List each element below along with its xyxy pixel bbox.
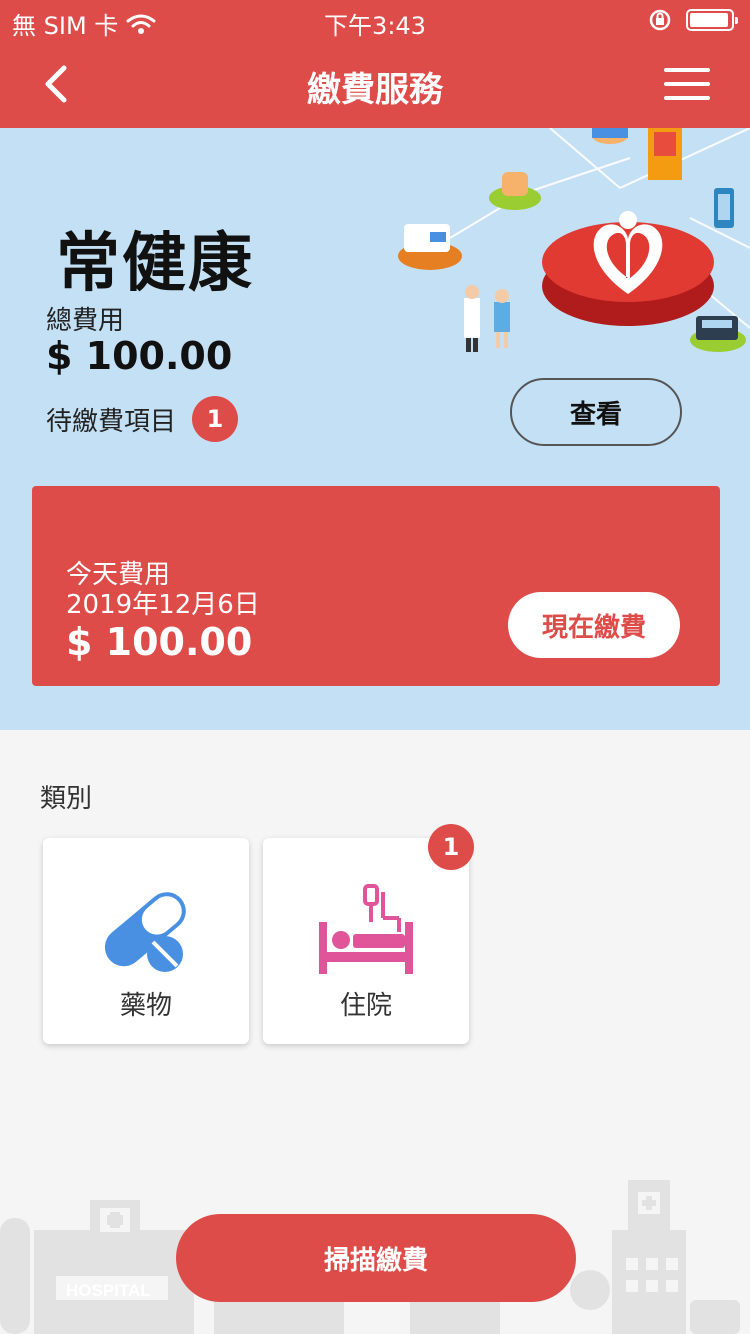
hospitalization-badge: 1 — [428, 824, 474, 870]
category-medicine[interactable]: 藥物 — [43, 838, 249, 1044]
status-right — [648, 8, 738, 32]
total-value: $ 100.00 — [46, 334, 233, 378]
category-hospitalization[interactable]: 住院 — [263, 838, 469, 1044]
hospital-bed-icon — [319, 884, 413, 974]
status-time: 下午3:43 — [324, 12, 426, 40]
today-date: 2019年12月6日 — [66, 590, 260, 620]
scan-pay-button[interactable]: 掃描繳費 — [176, 1214, 576, 1302]
svg-text:HOSPITAL: HOSPITAL — [66, 1281, 151, 1300]
total-label: 總費用 — [46, 306, 125, 336]
category-label: 住院 — [339, 991, 392, 1021]
menu-icon[interactable] — [664, 68, 710, 100]
category-title: 類別 — [40, 784, 93, 814]
category-label: 藥物 — [119, 991, 172, 1021]
pending-badge: 1 — [192, 396, 239, 442]
pay-now-button[interactable]: 現在繳費 — [508, 592, 680, 658]
brand-title: 常健康 — [56, 226, 254, 301]
hero-banner: 常健康 總費用 $ 100.00 待繳費項目 1 查看 今天費用 2019年12… — [0, 128, 750, 730]
rotation-lock-icon — [649, 9, 671, 31]
battery-icon — [686, 9, 738, 31]
view-button[interactable]: 查看 — [510, 378, 682, 446]
status-bar: 無 SIM 卡 下午3:43 — [0, 0, 750, 40]
pill-icon — [104, 892, 186, 972]
nav-bar: 繳費服務 — [0, 40, 750, 128]
today-fee-card: 今天費用 2019年12月6日 $ 100.00 現在繳費 — [32, 486, 720, 686]
healthcare-illustration — [398, 128, 750, 352]
pending-label: 待繳費項目 — [46, 406, 177, 437]
today-amount: $ 100.00 — [66, 620, 253, 664]
pending-row: 待繳費項目 1 — [46, 396, 239, 442]
page-title: 繳費服務 — [307, 70, 443, 110]
